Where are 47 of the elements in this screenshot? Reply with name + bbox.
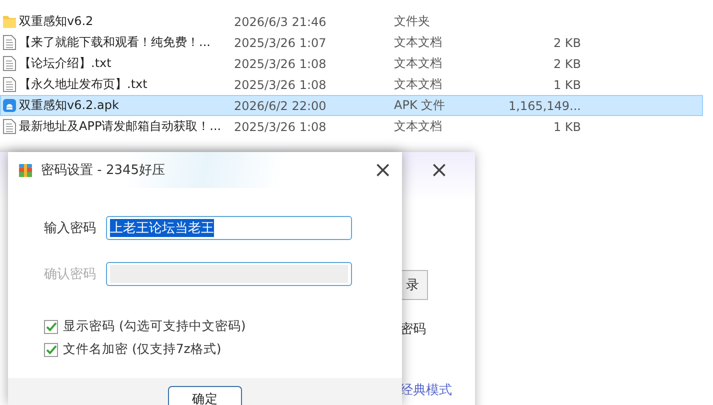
file-name: 双重感知v6.2.apk (19, 97, 120, 114)
file-size: 2 KB (552, 36, 581, 50)
file-type: 文本文档 (394, 76, 443, 93)
file-name: 【论坛介绍】.txt (19, 55, 112, 72)
file-size: 2 KB (552, 56, 581, 70)
text-file-icon (3, 35, 16, 50)
file-name: 【来了就能下载和观看！纯免费！... (19, 34, 212, 51)
password-field[interactable]: 上老王论坛当老王 (106, 216, 352, 240)
modified-date: 2025/3/26 1:08 (234, 78, 328, 92)
file-type: 文本文档 (394, 55, 443, 72)
file-size: 1 KB (552, 78, 581, 92)
modified-date: 2025/3/26 1:07 (234, 36, 328, 50)
text-file-icon (3, 119, 16, 134)
ok-button[interactable]: 确定 (168, 386, 242, 405)
dialog-title: 密码设置 - 2345好压 (41, 162, 166, 179)
file-row[interactable]: 双重感知v6.2.apk 2026/6/2 22:00 APK 文件 1,165,149... (0, 95, 703, 116)
file-type: 文本文档 (394, 118, 443, 135)
checkbox-label: 显示密码 (勾选可支持中文密码) (63, 318, 246, 335)
folder-icon (3, 14, 16, 29)
file-row[interactable]: 【论坛介绍】.txt 2025/3/26 1:08 文本文档 2 KB (0, 53, 703, 74)
modified-date: 2025/3/26 1:08 (234, 120, 328, 134)
field-label: 输入密码 (44, 220, 97, 237)
modified-date: 2026/6/3 21:46 (234, 14, 328, 28)
modified-date: 2025/3/26 1:08 (234, 56, 328, 70)
file-row[interactable]: 最新地址及APP请发邮箱自动获取！... 2025/3/26 1:08 文本文档 1 KB (0, 116, 703, 137)
modified-date: 2026/6/2 22:00 (234, 98, 328, 112)
checkbox-label: 文件名加密 (仅支持7z格式) (63, 341, 222, 358)
file-name: 【永久地址发布页】.txt (19, 76, 148, 93)
file-type: 文本文档 (394, 34, 443, 51)
file-row[interactable]: 【永久地址发布页】.txt 2025/3/26 1:08 文本文档 1 KB (0, 74, 703, 95)
file-name: 双重感知v6.2 (19, 13, 94, 30)
text-file-icon (3, 77, 16, 92)
file-row[interactable]: 【来了就能下载和观看！纯免费！... 2025/3/26 1:07 文本文档 2 KB (0, 32, 703, 53)
apk-file-icon (3, 98, 16, 113)
checkbox[interactable] (44, 342, 58, 356)
field-label: 确认密码 (44, 266, 97, 283)
file-size: 1,165,149... (507, 98, 581, 112)
file-row[interactable]: 双重感知v6.2 2026/6/3 21:46 文件夹 (0, 11, 703, 32)
file-type: APK 文件 (394, 97, 446, 114)
archive-icon (18, 162, 33, 178)
file-size: 1 KB (552, 120, 581, 134)
checkbox[interactable] (44, 320, 58, 334)
file-name: 最新地址及APP请发邮箱自动获取！... (19, 118, 222, 135)
close-button[interactable]: × (364, 158, 402, 182)
text-file-icon (3, 56, 16, 71)
file-type: 文件夹 (394, 13, 431, 30)
close-button[interactable]: × (426, 158, 452, 183)
